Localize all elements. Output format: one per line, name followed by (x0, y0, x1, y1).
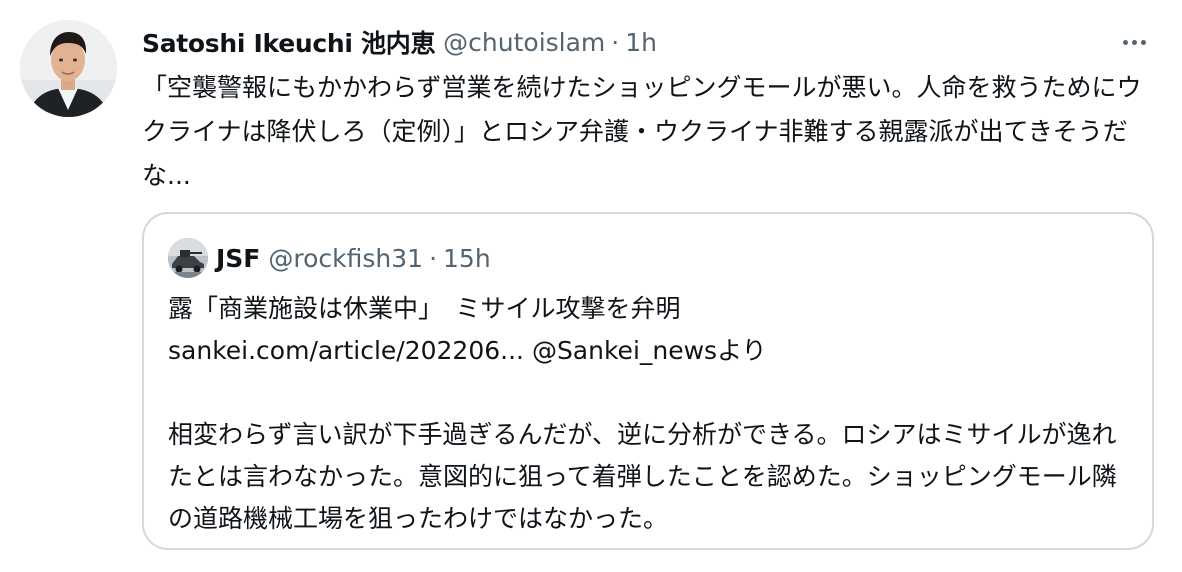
quoted-tweet[interactable]: JSF @rockfish31 · 15h 露「商業施設は休業中」 ミサイル攻撃… (142, 212, 1154, 550)
mention-link[interactable]: @Sankei_news (532, 336, 717, 365)
quoted-body: 相変わらず言い訳が下手過ぎるんだが、逆に分析ができる。ロシアはミサイルが逸れたと… (168, 420, 1117, 533)
more-options-button[interactable] (1114, 28, 1154, 56)
tweet-text: 「空襲警報にもかかわらず営業を続けたショッピングモールが悪い。人命を救うためにウ… (142, 73, 1142, 190)
article-link[interactable]: sankei.com/article/202206... (168, 336, 524, 365)
quoted-tweet-text: 露「商業施設は休業中」 ミサイル攻撃を弁明 sankei.com/article… (168, 288, 1128, 540)
tweet-timestamp[interactable]: 1h (625, 28, 657, 57)
quoted-author-handle[interactable]: @rockfish31 (268, 244, 423, 273)
author-handle[interactable]: @chutoislam (443, 28, 605, 57)
header-separator: · (611, 27, 620, 57)
vehicle-photo-avatar-icon (168, 238, 208, 278)
quoted-author-avatar[interactable] (168, 238, 208, 278)
tweet[interactable]: Satoshi Ikeuchi 池内恵 @chutoislam · 1h 「空襲… (0, 0, 1182, 572)
author-display-name[interactable]: Satoshi Ikeuchi 池内恵 (142, 24, 435, 60)
tweet-header: Satoshi Ikeuchi 池内恵 @chutoislam · 1h (142, 24, 657, 60)
author-avatar[interactable] (20, 20, 117, 117)
quoted-tweet-timestamp[interactable]: 15h (443, 244, 491, 273)
quoted-headline: 露「商業施設は休業中」 ミサイル攻撃を弁明 (168, 294, 681, 323)
quoted-link-line: sankei.com/article/202206... @Sankei_new… (168, 330, 1128, 372)
quoted-author-display-name[interactable]: JSF (216, 244, 260, 273)
quoted-tweet-header: JSF @rockfish31 · 15h (216, 240, 491, 276)
mention-suffix: より (717, 336, 767, 365)
more-horizontal-icon (1122, 39, 1128, 45)
quoted-header-separator: · (429, 243, 438, 273)
person-photo-avatar-icon (20, 20, 117, 117)
